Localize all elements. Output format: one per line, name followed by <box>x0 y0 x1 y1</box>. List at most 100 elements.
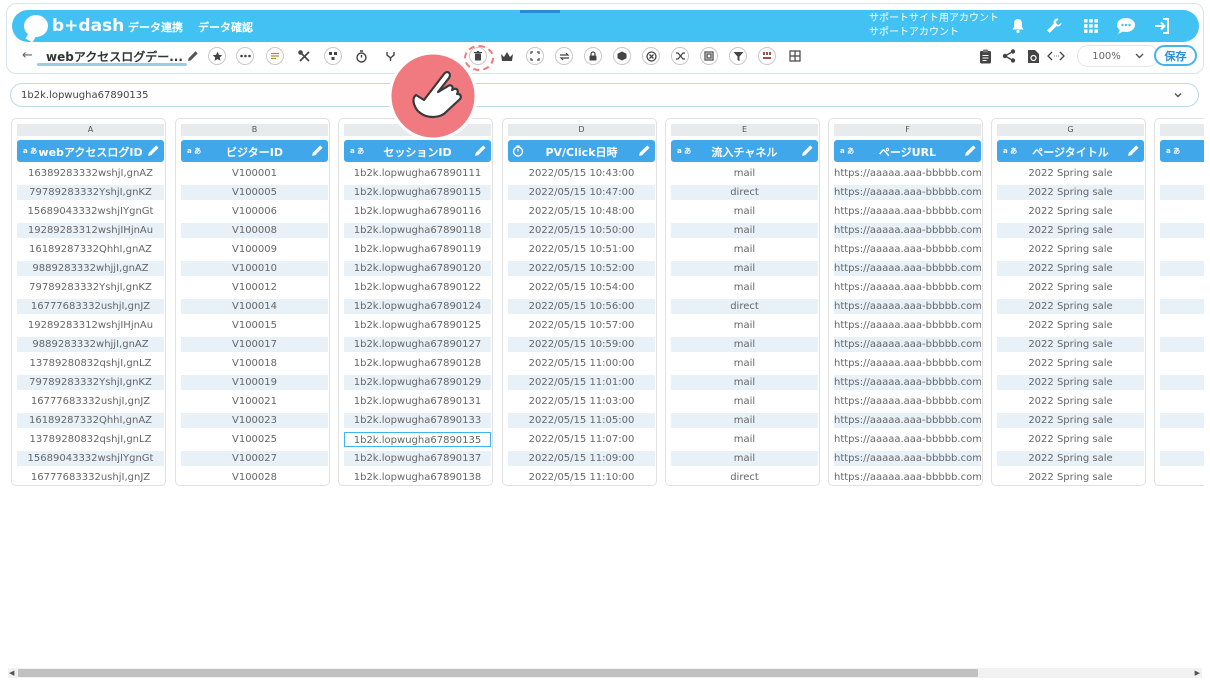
table-cell[interactable]: 16777683332ushjI,gnJZ <box>17 299 164 314</box>
table-cell[interactable]: https://a <box>1160 337 1204 352</box>
crown-icon[interactable] <box>498 47 516 65</box>
table-cell[interactable]: 1b2k.lopwugha67890120 <box>344 261 491 276</box>
table-cell[interactable]: 1b2k.lopwugha67890115 <box>344 185 491 200</box>
table-cell[interactable]: https://a <box>1160 375 1204 390</box>
table-cell[interactable]: 1b2k.lopwugha67890128 <box>344 356 491 371</box>
chat-support-icon[interactable] <box>1116 16 1136 36</box>
table-cell[interactable]: https://a <box>1160 318 1204 333</box>
table-cell[interactable]: 2022/05/15 10:47:00 <box>508 185 655 200</box>
nav-data-check[interactable]: データ確認 <box>198 19 253 35</box>
code-icon[interactable] <box>1047 47 1065 65</box>
table-cell[interactable]: 2022/05/15 10:51:00 <box>508 242 655 257</box>
table-cell[interactable]: 2022 Spring sale <box>997 470 1144 485</box>
convert-icon[interactable] <box>555 47 573 65</box>
column-header[interactable]: a あページURL <box>834 140 981 162</box>
table-cell[interactable]: https://a <box>1160 356 1204 371</box>
shuffle-icon[interactable] <box>671 47 689 65</box>
table-cell[interactable]: https://aaaaa.aaa-bbbbb.com <box>834 470 981 485</box>
table-cell[interactable]: V100008 <box>181 223 328 238</box>
cell-value-bar[interactable]: 1b2k.lopwugha67890135 <box>10 83 1199 107</box>
logout-icon[interactable] <box>1152 16 1172 36</box>
column-header[interactable]: a あ webアクセスログID <box>17 140 164 162</box>
timer-icon[interactable] <box>352 47 370 65</box>
column-header[interactable]: a あページタイトル <box>997 140 1144 162</box>
refresh-file-icon[interactable] <box>1024 47 1042 65</box>
table-cell[interactable]: mail <box>671 337 818 352</box>
edit-pencil-icon[interactable] <box>1127 144 1140 157</box>
table-cell[interactable]: https://aaaaa.aaa-bbbbb.com <box>834 413 981 428</box>
table-cell[interactable]: 1b2k.lopwugha67890125 <box>344 318 491 333</box>
table-cell[interactable]: 19289283312wshjIHjnAu <box>17 318 164 333</box>
package-icon[interactable] <box>613 47 631 65</box>
table-cell[interactable]: https://aaaaa.aaa-bbbbb.com <box>834 356 981 371</box>
edit-pencil-icon[interactable] <box>147 144 160 157</box>
table-cell[interactable]: 1b2k.lopwugha67890131 <box>344 394 491 409</box>
table-cell[interactable]: 13789280832qshjI,gnLZ <box>17 432 164 447</box>
table-cell[interactable]: 2022/05/15 11:03:00 <box>508 394 655 409</box>
account-info[interactable]: サポートサイト用アカウント サポートアカウント <box>869 12 999 40</box>
table-cell[interactable]: V100017 <box>181 337 328 352</box>
table-cell[interactable]: https://a <box>1160 394 1204 409</box>
scroll-left-icon[interactable]: ◀ <box>9 668 14 678</box>
column-letter[interactable] <box>1160 124 1204 136</box>
table-cell[interactable]: https://a <box>1160 451 1204 466</box>
column-letter[interactable]: A <box>17 124 164 136</box>
table-cell[interactable]: 1b2k.lopwugha67890122 <box>344 280 491 295</box>
merge-icon[interactable] <box>324 47 342 65</box>
table-cell[interactable]: 2022 Spring sale <box>997 242 1144 257</box>
table-cell[interactable]: 16189287332QhhI,gnAZ <box>17 242 164 257</box>
table-cell[interactable]: V100009 <box>181 242 328 257</box>
table-cell[interactable]: 2022 Spring sale <box>997 280 1144 295</box>
table-cell[interactable]: 1b2k.lopwugha67890119 <box>344 242 491 257</box>
table-cell[interactable]: 2022 Spring sale <box>997 451 1144 466</box>
edit-title-pencil-icon[interactable] <box>184 47 202 65</box>
table-cell[interactable]: https://a <box>1160 261 1204 276</box>
grid-menu-icon[interactable] <box>1081 16 1101 36</box>
table-cell[interactable]: V100006 <box>181 204 328 219</box>
table-cell[interactable]: 2022/05/15 11:09:00 <box>508 451 655 466</box>
table-cell[interactable]: 79789283332YshjI,gnKZ <box>17 185 164 200</box>
cancel-circle-icon[interactable] <box>642 47 660 65</box>
table-cell[interactable]: 2022/05/15 11:00:00 <box>508 356 655 371</box>
table-cell[interactable]: mail <box>671 280 818 295</box>
table-cell[interactable]: https://aaaaa.aaa-bbbbb.com <box>834 394 981 409</box>
table-cell[interactable]: 13789280832qshjI,gnLZ <box>17 356 164 371</box>
table-cell[interactable]: https://a <box>1160 242 1204 257</box>
column-letter[interactable]: E <box>671 124 818 136</box>
table-cell[interactable]: https://aaaaa.aaa-bbbbb.com <box>834 280 981 295</box>
table-cell[interactable]: 2022/05/15 10:52:00 <box>508 261 655 276</box>
edit-pencil-icon[interactable] <box>474 144 487 157</box>
table-cell[interactable]: https://aaaaa.aaa-bbbbb.com <box>834 318 981 333</box>
table-cell[interactable]: 2022/05/15 10:57:00 <box>508 318 655 333</box>
table-cell[interactable]: mail <box>671 451 818 466</box>
table-cell[interactable]: 2022 Spring sale <box>997 337 1144 352</box>
horizontal-scrollbar[interactable]: ◀ ▶ <box>8 668 1202 678</box>
table-cell[interactable]: https://a <box>1160 166 1204 181</box>
table-cell[interactable]: 79789283332YshjI,gnKZ <box>17 280 164 295</box>
table-cell[interactable]: 1b2k.lopwugha67890135 <box>344 432 491 447</box>
table-cell[interactable]: 1b2k.lopwugha67890124 <box>344 299 491 314</box>
table-cell[interactable]: 2022/05/15 10:43:00 <box>508 166 655 181</box>
table-cell[interactable]: 2022 Spring sale <box>997 185 1144 200</box>
table-cell[interactable]: 2022 Spring sale <box>997 432 1144 447</box>
star-icon[interactable] <box>208 47 226 65</box>
table-cell[interactable]: 2022/05/15 10:56:00 <box>508 299 655 314</box>
edit-pencil-icon[interactable] <box>964 144 977 157</box>
scrollbar-thumb[interactable] <box>18 669 978 677</box>
table-cell[interactable]: V100021 <box>181 394 328 409</box>
table-cell[interactable]: https://aaaaa.aaa-bbbbb.com <box>834 432 981 447</box>
table-cell[interactable]: https://a <box>1160 470 1204 485</box>
column-header[interactable]: a あランデ <box>1160 140 1204 162</box>
back-button[interactable]: ← <box>22 48 33 63</box>
table-cell[interactable]: V100025 <box>181 432 328 447</box>
column-letter[interactable]: D <box>508 124 655 136</box>
column-letter[interactable]: G <box>997 124 1144 136</box>
table-cell[interactable]: V100001 <box>181 166 328 181</box>
table-cell[interactable]: 2022 Spring sale <box>997 299 1144 314</box>
table-cell[interactable]: https://aaaaa.aaa-bbbbb.com <box>834 185 981 200</box>
table-cell[interactable]: 16389283332wshjI,gnAZ <box>17 166 164 181</box>
table-cell[interactable]: https://a <box>1160 185 1204 200</box>
table-cell[interactable]: 1b2k.lopwugha67890129 <box>344 375 491 390</box>
table-cell[interactable]: 2022 Spring sale <box>997 375 1144 390</box>
table-cell[interactable]: V100012 <box>181 280 328 295</box>
